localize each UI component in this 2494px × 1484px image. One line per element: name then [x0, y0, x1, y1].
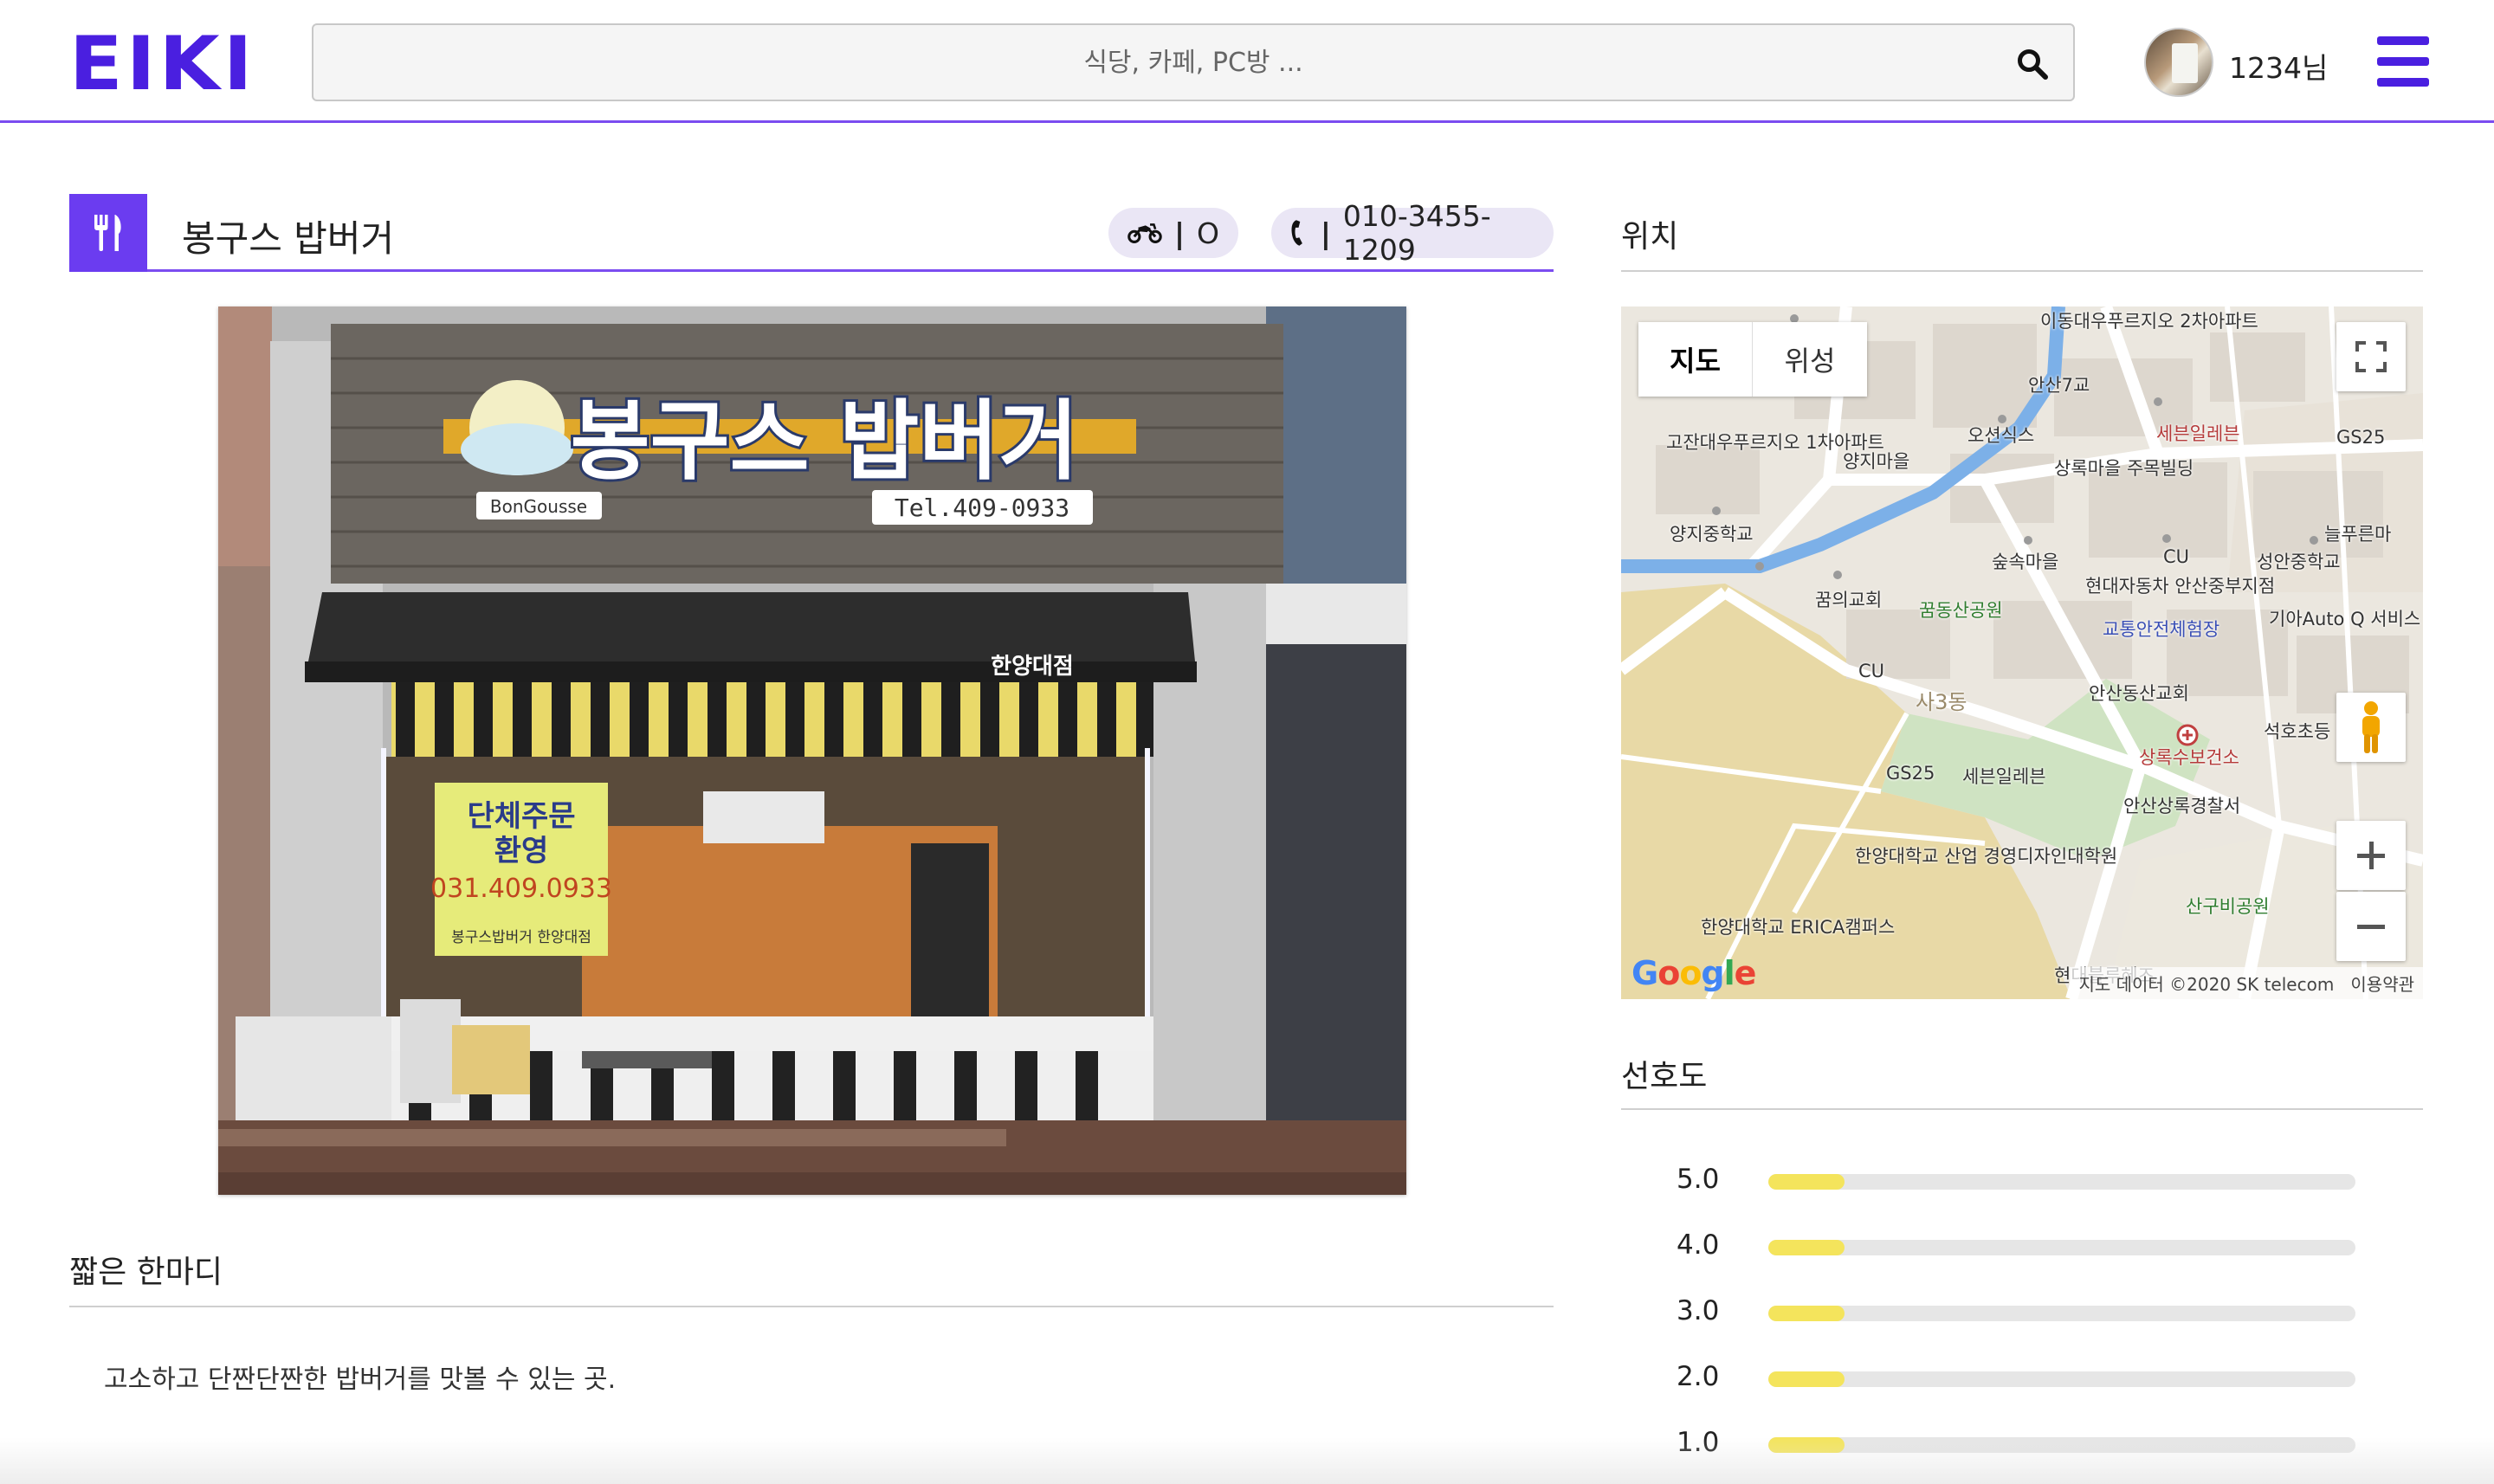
rating-label: 5.0	[1677, 1164, 1720, 1195]
map-label: 꿈의교회	[1815, 590, 1883, 610]
map-label: 상록마을 주목빌딩	[2054, 458, 2194, 479]
location-map[interactable]: 이동대우푸르지오 2차아파트 안산7교 고잔대우푸르지오 1차아파트 양지마을 …	[1621, 306, 2423, 999]
map-label: 교통안전체험장	[2103, 619, 2220, 640]
delivery-badge: | O	[1108, 208, 1238, 258]
map-label: 안산동산교회	[2089, 683, 2189, 704]
search-icon[interactable]	[2016, 48, 2049, 81]
map-label: 안산7교	[2028, 375, 2090, 396]
map-label: 성안중학교	[2257, 552, 2341, 572]
map-type-tabs: 지도 위성	[1638, 322, 1867, 397]
map-label: 상록수보건소	[2139, 747, 2239, 768]
rating-bar-track	[1768, 1240, 2355, 1255]
rating-bar-fill	[1768, 1306, 1845, 1321]
zoom-out-icon[interactable]	[2336, 892, 2406, 961]
preference-divider	[1621, 1108, 2423, 1110]
map-terms-link[interactable]: 이용약관	[2350, 974, 2414, 995]
map-label: 사3동	[1916, 690, 1967, 714]
rating-bar-track	[1768, 1371, 2355, 1387]
rating-bar-fill	[1768, 1174, 1845, 1190]
map-label: 늘푸른마	[2324, 524, 2392, 545]
avatar[interactable]	[2144, 28, 2213, 97]
map-tab-satellite[interactable]: 위성	[1753, 322, 1867, 397]
rating-bar-fill	[1768, 1240, 1845, 1255]
restaurant-name: 봉구스 밥버거	[182, 217, 395, 260]
location-section-title: 위치	[1621, 219, 1679, 255]
map-attribution: 지도 데이터 ©2020 SK telecom 이용약관	[2070, 967, 2423, 999]
hamburger-menu-icon[interactable]	[2377, 36, 2429, 87]
map-label: 양지중학교	[1670, 524, 1754, 545]
rating-bar-track	[1768, 1306, 2355, 1321]
fullscreen-icon[interactable]	[2336, 322, 2406, 391]
comment-text: 고소하고 단짠단짠한 밥버거를 맛볼 수 있는 곳.	[104, 1365, 617, 1395]
map-label: 한양대학교 산업 경영디자인대학원	[1855, 846, 2118, 867]
phone-badge[interactable]: | 010-3455-1209	[1271, 199, 1554, 267]
map-label: CU	[1858, 661, 1885, 681]
map-label: 숲속마을	[1992, 552, 2059, 572]
map-label: 오션식스	[1967, 425, 2035, 446]
rating-bar-fill	[1768, 1371, 1845, 1387]
eiki-logo[interactable]: EIKI	[69, 21, 256, 107]
photo-sign-name: 봉구스 밥버거	[571, 390, 1079, 492]
photo-awning-text: 한양대점	[991, 654, 1074, 680]
comment-section-title: 짧은 한마디	[69, 1255, 223, 1290]
map-label: GS25	[1886, 763, 1935, 784]
map-label: 석호초등	[2264, 721, 2331, 742]
username[interactable]: 1234님	[2229, 45, 2328, 87]
map-label: 꿈동산공원	[1919, 600, 2003, 621]
top-navbar: EIKI 1234님	[0, 0, 2494, 123]
phone-icon	[1291, 220, 1302, 246]
map-label: GS25	[2336, 427, 2386, 448]
phone-number[interactable]: 010-3455-1209	[1343, 199, 1535, 267]
location-divider	[1621, 270, 2423, 272]
map-attribution-text: 지도 데이터 ©2020 SK telecom	[2078, 974, 2335, 995]
comment-divider	[69, 1306, 1554, 1307]
map-label: 산구비공원	[2186, 896, 2270, 917]
google-logo: Google	[1631, 954, 1756, 992]
rating-label: 2.0	[1677, 1361, 1720, 1392]
map-label: 양지마을	[1843, 451, 1910, 472]
photo-sign-brand: BonGousse	[490, 496, 587, 517]
viewport-bottom-shadow	[0, 1437, 2494, 1484]
photo-poster-line2: 환영	[494, 834, 549, 868]
map-label: 고잔대우푸르지오 1차아파트	[1666, 432, 1884, 453]
photo-poster-note: 봉구스밥버거 한양대점	[451, 929, 591, 946]
motorcycle-icon	[1127, 223, 1162, 243]
map-label: 이동대우푸르지오 2차아파트	[2040, 311, 2258, 332]
pegman-icon[interactable]	[2336, 693, 2406, 762]
rating-label: 4.0	[1677, 1229, 1720, 1261]
map-label: CU	[2163, 546, 2190, 567]
map-label: 현대자동차 안산중부지점	[2085, 576, 2276, 597]
map-label: 세븐일레븐	[2156, 423, 2240, 444]
restaurant-title-bar: 봉구스 밥버거 | O | 010-3455-1209	[69, 194, 1554, 272]
photo-poster-line1: 단체주문	[467, 799, 575, 834]
map-label: 기아Auto Q 서비스 사동점	[2269, 609, 2423, 629]
map-label: 안산상록경찰서	[2123, 796, 2241, 816]
map-label: 한양대학교 ERICA캠퍼스	[1701, 918, 1895, 937]
zoom-in-icon[interactable]	[2336, 821, 2406, 890]
map-label: 세븐일레븐	[1962, 766, 2046, 787]
photo-sign-tel: Tel.409-0933	[895, 494, 1069, 522]
search-input[interactable]	[313, 25, 2073, 100]
map-tab-map[interactable]: 지도	[1638, 322, 1753, 397]
photo-poster-phone: 031.409.0933	[430, 874, 612, 904]
utensils-icon	[69, 194, 147, 272]
restaurant-photo: BonGousse 봉구스 밥버거 Tel.409-0933 한양대점 단체주문…	[218, 306, 1406, 1195]
preference-section-title: 선호도	[1621, 1059, 1708, 1094]
rating-bar-track	[1768, 1174, 2355, 1190]
search-box	[312, 23, 2075, 101]
rating-label: 3.0	[1677, 1295, 1720, 1326]
delivery-value: O	[1197, 216, 1219, 250]
